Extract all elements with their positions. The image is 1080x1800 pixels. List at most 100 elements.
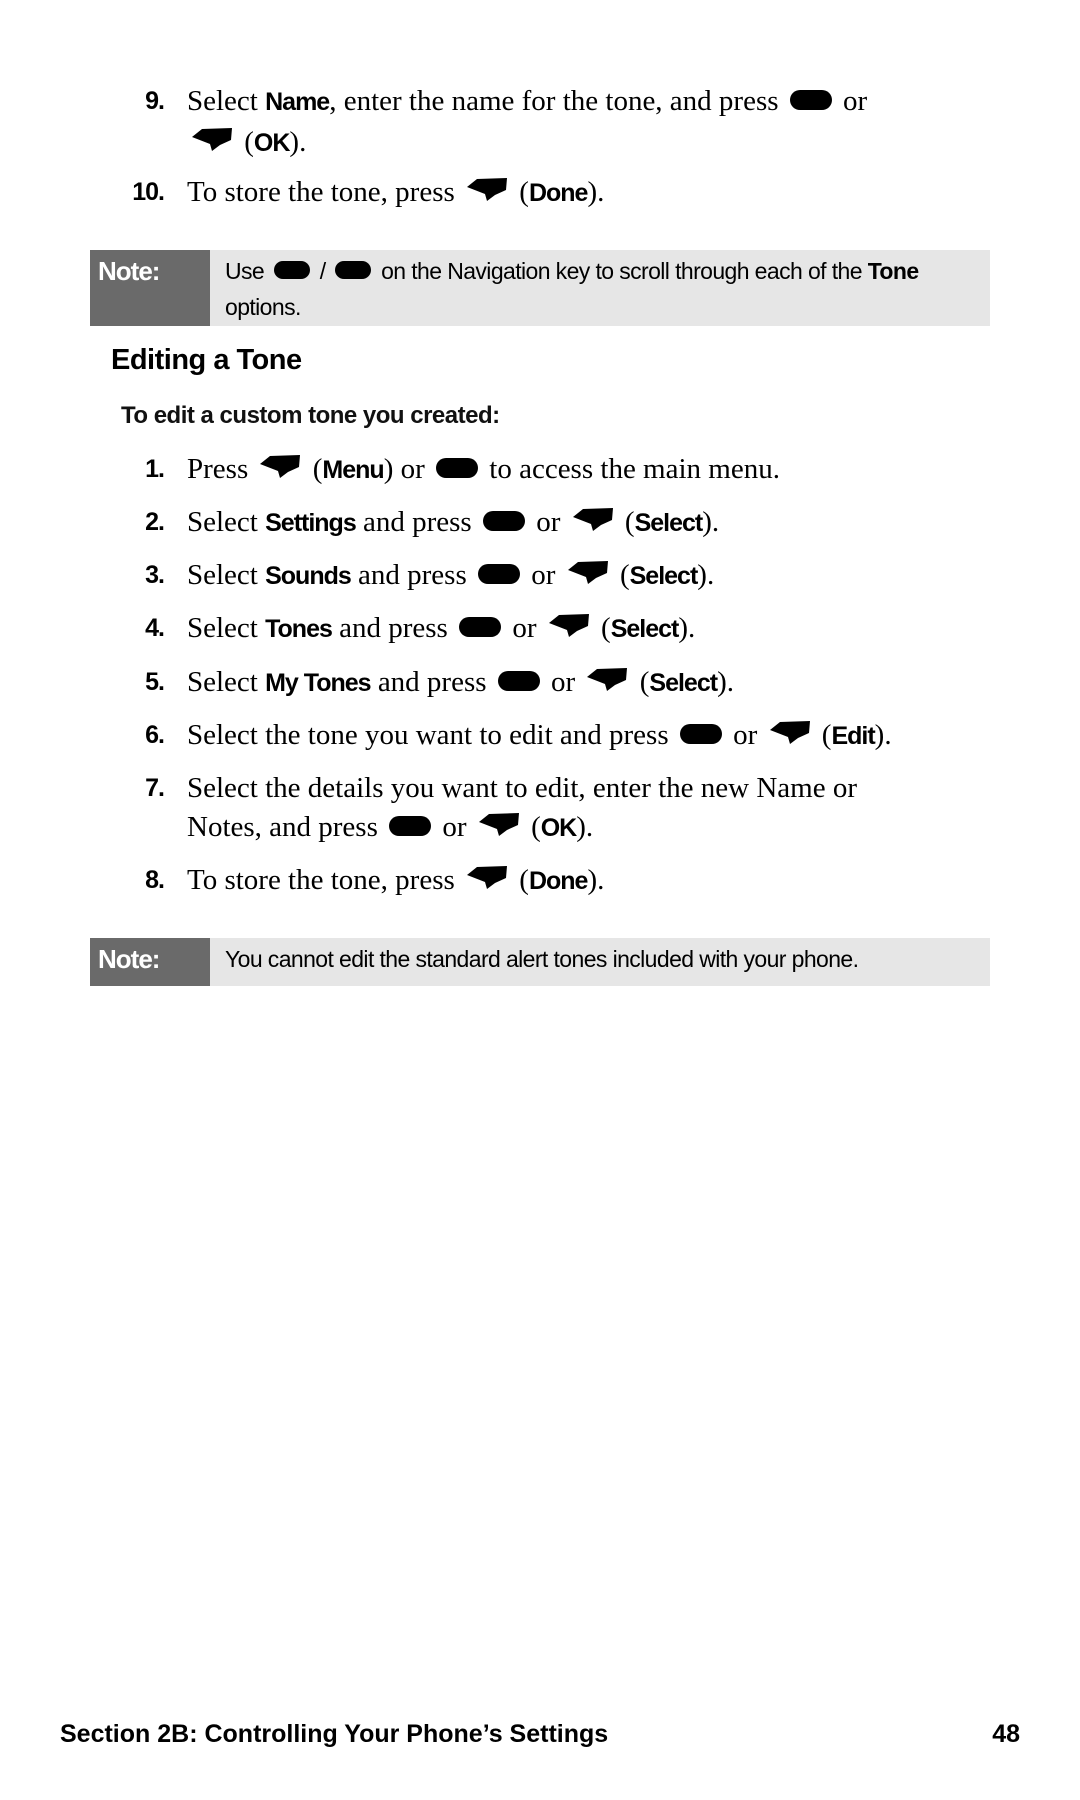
text: Press — [187, 453, 256, 485]
menu-ok-key-icon — [477, 558, 521, 597]
note-label: Note: — [90, 250, 210, 326]
menu-ok-key-icon — [497, 665, 541, 704]
soft-key-icon — [768, 718, 812, 757]
nav-key-icon — [334, 256, 372, 290]
text: or — [524, 559, 563, 591]
text: ). — [576, 811, 594, 843]
text: To store the tone, press — [187, 864, 463, 896]
step-text: To store the tone, press (Done). — [187, 861, 967, 902]
text: ( — [612, 559, 630, 591]
soft-key-icon — [190, 125, 234, 164]
text: ( — [237, 125, 254, 158]
step-number: 2. — [145, 508, 165, 536]
text: to access the main menu. — [482, 453, 780, 485]
note-navigation: Note: Use / on the Navigation key to scr… — [90, 250, 990, 326]
text: ( — [617, 506, 635, 538]
text: on the Navigation key to scroll through … — [375, 258, 868, 284]
keyword: Settings — [265, 509, 357, 537]
step-number: 10. — [132, 178, 165, 206]
text: ( — [512, 176, 529, 208]
footer-section-title: Section 2B: Controlling Your Phone’s Set… — [60, 1720, 609, 1748]
keyword: Edit — [831, 722, 875, 750]
page-footer: Section 2B: Controlling Your Phone’s Set… — [60, 1720, 1020, 1749]
page-number: 48 — [992, 1720, 1020, 1748]
text: and press — [370, 666, 494, 698]
menu-ok-key-icon — [435, 452, 479, 491]
keyword: Done — [528, 867, 588, 895]
step-number: 6. — [145, 721, 165, 749]
step-number: 9. — [145, 87, 165, 115]
text: Select — [187, 85, 266, 117]
text: options. — [225, 293, 301, 320]
keyword: Tone — [867, 258, 919, 284]
step-number: 8. — [145, 866, 165, 894]
note-standard-tones: Note: You cannot edit the standard alert… — [90, 938, 990, 986]
text: or — [543, 666, 583, 698]
keyword: Select — [629, 562, 699, 590]
keyword: My Tones — [265, 669, 371, 697]
step-text: Select Name, enter the name for the tone… — [187, 82, 967, 164]
text: Select the tone you want to edit and pre… — [187, 719, 676, 751]
text: ( — [632, 666, 650, 698]
text: or — [435, 811, 474, 843]
text: and press — [350, 559, 475, 591]
step-number: 5. — [145, 668, 165, 696]
menu-ok-key-icon — [458, 611, 502, 650]
text: ). — [587, 176, 605, 208]
soft-key-icon — [477, 810, 521, 849]
keyword: Tones — [265, 615, 333, 643]
text: ( — [305, 453, 323, 485]
text: / — [313, 258, 332, 284]
text: Select — [187, 612, 266, 644]
step-text: Select Settings and press or (Select). — [187, 503, 967, 544]
note-text: Use / on the Navigation key to scroll th… — [225, 250, 990, 330]
section-title: Editing a Tone — [111, 344, 302, 376]
text: Select — [187, 506, 266, 538]
text: Select the details you want to edit, ent… — [187, 772, 858, 804]
soft-key-icon — [566, 558, 610, 597]
soft-key-icon — [547, 611, 591, 650]
text: ). — [697, 559, 715, 591]
text: ). — [587, 864, 605, 896]
text: , enter the name for the tone, and press — [329, 85, 786, 117]
text: ). — [678, 612, 696, 644]
text: Notes, and press — [187, 811, 386, 843]
soft-key-icon — [585, 665, 629, 704]
step-text: Select the tone you want to edit and pre… — [187, 716, 967, 757]
step-number: 3. — [145, 561, 165, 589]
text: You cannot edit the standard alert tones… — [225, 946, 859, 972]
step-number: 1. — [145, 455, 165, 483]
text: Use — [225, 258, 270, 284]
soft-key-icon — [465, 175, 509, 214]
text: ). — [289, 125, 307, 158]
text: or — [835, 85, 868, 117]
soft-key-icon — [571, 505, 615, 544]
text: ). — [717, 666, 734, 698]
text: ( — [593, 612, 611, 644]
procedure-heading: To edit a custom tone you created: — [121, 402, 500, 429]
menu-ok-key-icon — [388, 810, 432, 849]
keyword: Select — [649, 669, 718, 697]
text: ) or — [383, 453, 433, 485]
text: and press — [331, 612, 456, 644]
text: ( — [512, 864, 529, 896]
text: or — [528, 506, 568, 538]
text: or — [505, 612, 544, 644]
soft-key-icon — [465, 863, 509, 902]
keyword: Menu — [322, 456, 384, 484]
step-number: 4. — [145, 614, 165, 642]
step-text: Select My Tones and press or (Select). — [187, 663, 967, 704]
menu-ok-key-icon — [482, 505, 526, 544]
step-text: Select Sounds and press or (Select). — [187, 556, 967, 597]
text: ( — [523, 811, 541, 843]
nav-key-icon — [273, 256, 311, 290]
keyword: Select — [610, 615, 680, 643]
text: ). — [874, 719, 892, 751]
keyword: Name — [265, 88, 330, 116]
text: or — [725, 719, 765, 751]
text: ). — [702, 506, 720, 538]
soft-key-icon — [258, 452, 302, 491]
menu-ok-key-icon — [679, 718, 723, 757]
note-text: You cannot edit the standard alert tones… — [225, 938, 990, 982]
text: Select — [187, 559, 266, 591]
